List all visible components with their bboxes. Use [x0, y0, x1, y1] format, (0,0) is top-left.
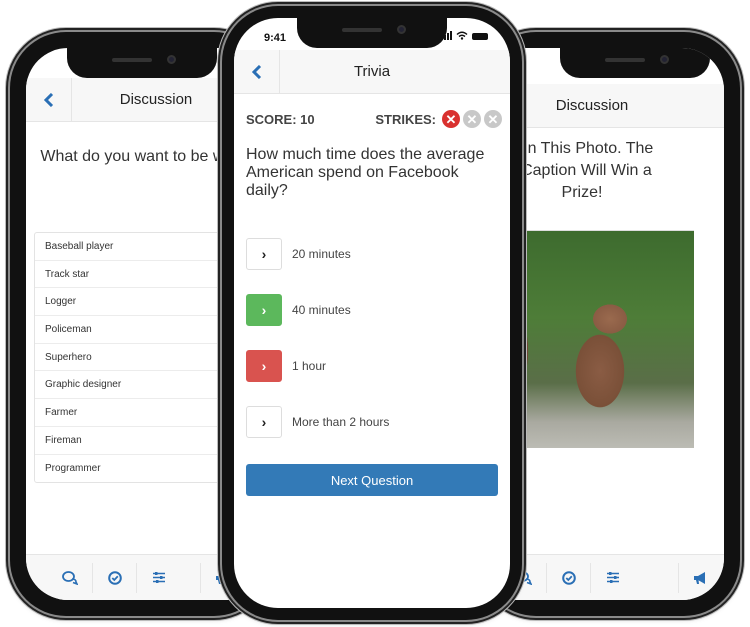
strike-used-icon: ✕ — [442, 110, 460, 128]
check-circle-icon — [561, 570, 576, 585]
answer-select-button[interactable]: › — [246, 350, 282, 382]
chevron-left-icon — [251, 65, 261, 79]
answer-label: 1 hour — [292, 359, 327, 373]
sliders-icon — [152, 572, 165, 583]
status-time: 9:41 — [264, 32, 287, 44]
middle-navbar: Trivia — [234, 50, 510, 94]
chevron-right-icon: › — [261, 302, 267, 318]
status-icons — [441, 31, 488, 40]
score-row: SCORE: 10 STRIKES: ✕ ✕ ✕ — [246, 108, 502, 130]
next-question-button[interactable]: Next Question — [246, 464, 498, 496]
chevron-right-icon: › — [261, 246, 267, 262]
tab-discussions[interactable] — [48, 563, 92, 593]
tab-polls[interactable] — [92, 562, 136, 593]
notch — [67, 48, 217, 78]
answer-label: 40 minutes — [292, 303, 351, 317]
strike-unused-icon: ✕ — [484, 110, 502, 128]
answer-option[interactable]: › More than 2 hours — [246, 405, 498, 439]
strike-unused-icon: ✕ — [463, 110, 481, 128]
tab-settings[interactable] — [590, 562, 634, 593]
phone-middle: 9:41 Trivia SCORE: 10 STRIKES: ✕ ✕ ✕ How… — [222, 6, 522, 620]
tab-announcements[interactable] — [678, 562, 722, 593]
strikes: STRIKES: ✕ ✕ ✕ — [375, 110, 502, 128]
answer-select-button[interactable]: › — [246, 238, 282, 270]
chevron-right-icon: › — [261, 358, 267, 374]
battery-icon — [472, 33, 488, 40]
answer-select-button[interactable]: › — [246, 406, 282, 438]
answer-option-correct[interactable]: › 40 minutes — [246, 293, 498, 327]
trivia-question: How much time does the average American … — [246, 146, 485, 199]
answer-select-button[interactable]: › — [246, 294, 282, 326]
answer-label: More than 2 hours — [292, 415, 390, 429]
notch — [297, 18, 447, 48]
strikes-label: STRIKES: — [375, 111, 436, 127]
tab-settings[interactable] — [136, 562, 180, 593]
tab-polls[interactable] — [546, 562, 590, 593]
middle-screen: 9:41 Trivia SCORE: 10 STRIKES: ✕ ✕ ✕ How… — [234, 18, 510, 608]
score-label: SCORE: 10 — [246, 111, 315, 127]
notch — [560, 48, 710, 78]
answer-option[interactable]: › 20 minutes — [246, 237, 498, 271]
check-circle-icon — [107, 570, 122, 585]
answer-option-wrong[interactable]: › 1 hour — [246, 349, 498, 383]
sliders-icon — [606, 572, 619, 583]
answer-label: 20 minutes — [292, 247, 351, 261]
chat-bubbles-icon — [62, 570, 78, 585]
back-button[interactable] — [26, 78, 72, 122]
chevron-right-icon: › — [261, 414, 267, 430]
wifi-icon — [456, 31, 468, 40]
chevron-left-icon — [43, 93, 53, 107]
back-button[interactable] — [234, 50, 280, 94]
megaphone-icon — [693, 571, 705, 584]
